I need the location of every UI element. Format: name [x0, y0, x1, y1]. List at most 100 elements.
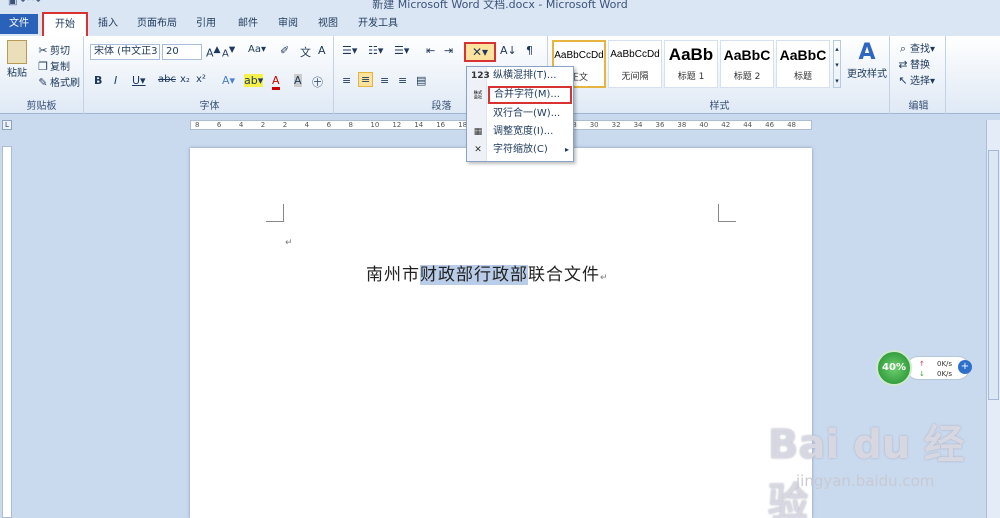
bold-button[interactable]: B: [94, 74, 102, 87]
style-no-spacing[interactable]: AaBbCcDd 无间隔: [608, 40, 662, 88]
brush-icon: ✎: [38, 76, 48, 89]
tab-review[interactable]: 审阅: [276, 14, 300, 34]
cut-button[interactable]: ✂ 剪切: [36, 42, 70, 58]
align-right-button[interactable]: ≡: [380, 74, 389, 87]
plus-icon[interactable]: +: [958, 360, 972, 374]
ruler-tick-label: 8: [195, 121, 200, 129]
format-painter-button[interactable]: ✎ 格式刷: [36, 74, 80, 90]
cursor-icon: ↖: [898, 74, 908, 87]
ruler-tick-label: 44: [743, 121, 753, 129]
select-button[interactable]: ↖ 选择▾: [896, 72, 935, 88]
char-scale-icon: ✕: [474, 145, 482, 155]
font-color-icon[interactable]: A: [272, 74, 280, 90]
superscript-button[interactable]: x²: [196, 74, 206, 85]
tab-insert[interactable]: 插入: [96, 14, 120, 34]
scroll-thumb[interactable]: [988, 150, 999, 400]
decrease-indent-icon[interactable]: ⇤: [426, 44, 435, 57]
tab-file[interactable]: 文件: [0, 14, 38, 34]
ruler-tick-label: 48: [787, 121, 796, 129]
style-heading-2[interactable]: AaBbC 标题 2: [720, 40, 774, 88]
ruler-tick-label: 2: [282, 121, 288, 129]
shrink-font-icon[interactable]: A▼: [222, 44, 235, 59]
ruler-toggle[interactable]: L: [2, 120, 12, 130]
window-title: 新建 Microsoft Word 文档.docx - Microsoft Wo…: [372, 0, 628, 10]
paragraph-mark: ↵: [285, 238, 293, 248]
tab-home[interactable]: 开始: [42, 12, 88, 36]
document-page[interactable]: ↵ 南州市财政部行政部联合文件↵: [190, 148, 812, 518]
text-effects-icon[interactable]: A▾: [222, 74, 235, 87]
ribbon-tabs: 文件 开始 插入 页面布局 引用 邮件 审阅 视图 开发工具: [0, 10, 1000, 36]
tab-mailings[interactable]: 邮件: [236, 14, 260, 34]
fit-width-icon: ▦: [473, 127, 483, 137]
clear-format-icon[interactable]: ✐: [280, 44, 289, 57]
distributed-button[interactable]: ▤: [416, 74, 426, 87]
tab-developer[interactable]: 开发工具: [356, 14, 400, 34]
document-text-line[interactable]: 南州市财政部行政部联合文件↵: [366, 260, 609, 285]
subscript-button[interactable]: x₂: [180, 74, 190, 85]
show-marks-icon[interactable]: ¶: [526, 44, 533, 57]
combine-chars-icon: ㍿: [473, 91, 483, 101]
justify-button[interactable]: ≡: [398, 74, 407, 87]
styles-scroll[interactable]: ▴ ▾ ▾: [833, 40, 841, 88]
font-group-label: 字体: [199, 101, 220, 112]
change-styles-button[interactable]: A 更改样式: [846, 40, 888, 80]
copy-button[interactable]: ❐ 复制: [36, 58, 70, 74]
grow-font-icon[interactable]: A▲: [206, 44, 221, 60]
font-name-select[interactable]: 宋体 (中文正3: [90, 44, 160, 60]
margin-corner-right: [718, 204, 736, 222]
ruler-tick-label: 8: [348, 121, 353, 129]
chinese-layout-menu: 123 纵横混排(T)... ㍿ 合并字符(M)... 双行合一(W)... ▦…: [466, 66, 574, 162]
font-group: 宋体 (中文正3 20 A▲ A▼ Aa▾ ✐ 文 A B I U▾ abc x…: [86, 36, 334, 114]
replace-button[interactable]: ⇄ 替换: [896, 56, 930, 72]
increase-indent-icon[interactable]: ⇥: [444, 44, 453, 57]
margin-corner-left: [266, 204, 284, 222]
styles-group-label: 样式: [709, 101, 730, 112]
editing-group: ⌕ 查找▾ ⇄ 替换 ↖ 选择▾ 编辑: [892, 36, 946, 114]
change-styles-icon: A: [858, 40, 876, 65]
sort-icon[interactable]: A↓: [500, 44, 517, 57]
tab-references[interactable]: 引用: [194, 14, 218, 34]
menu-item-combine-characters[interactable]: 合并字符(M)...: [488, 86, 572, 104]
ruler-tick-label: 4: [304, 121, 310, 129]
tab-view[interactable]: 视图: [316, 14, 340, 34]
two-lines-icon: [471, 107, 485, 121]
font-size-select[interactable]: 20: [162, 44, 202, 60]
bullets-icon[interactable]: ☰▾: [342, 44, 357, 57]
tab-page-layout[interactable]: 页面布局: [136, 14, 178, 34]
italic-button[interactable]: I: [114, 74, 117, 87]
enclose-char-icon[interactable]: ㊉: [312, 74, 323, 90]
chinese-layout-icon: ✕▾: [471, 45, 489, 59]
align-left-button[interactable]: ≡: [342, 74, 351, 87]
editing-group-label: 编辑: [908, 101, 929, 112]
styles-group: AaBbCcDd 正文 AaBbCcDd 无间隔 AaBb 标题 1 AaBbC…: [550, 36, 890, 114]
change-case-icon[interactable]: Aa▾: [248, 44, 266, 55]
menu-item-character-scaling[interactable]: 字符缩放(C) ▸: [489, 141, 573, 159]
style-title[interactable]: AaBbC 标题: [776, 40, 830, 88]
ruler-tick-label: 4: [238, 121, 244, 129]
multilevel-list-icon[interactable]: ☰▾: [394, 44, 409, 57]
highlight-icon[interactable]: ab▾: [244, 74, 264, 87]
char-border-icon[interactable]: A: [318, 44, 326, 57]
find-button[interactable]: ⌕ 查找▾: [896, 40, 935, 56]
text-prefix: 南州市: [366, 265, 420, 285]
numbering-icon[interactable]: ☷▾: [368, 44, 383, 57]
underline-button[interactable]: U▾: [132, 74, 146, 87]
strikethrough-button[interactable]: abc: [158, 74, 176, 85]
menu-item-two-lines-in-one[interactable]: 双行合一(W)...: [489, 105, 573, 123]
memory-percent[interactable]: 40%: [876, 350, 912, 386]
align-center-button[interactable]: ≡: [358, 72, 374, 87]
style-heading-1[interactable]: AaBb 标题 1: [664, 40, 718, 88]
scissors-icon: ✂: [38, 44, 48, 57]
paste-button[interactable]: 粘贴: [6, 40, 28, 79]
char-shading-icon[interactable]: A: [294, 74, 302, 87]
chinese-layout-button[interactable]: ✕▾: [464, 42, 496, 62]
menu-item-vertical-horizontal[interactable]: 纵横混排(T)...: [489, 67, 573, 85]
paste-icon: [7, 40, 27, 64]
ruler-tick-label: 36: [655, 121, 665, 129]
menu-item-fit-width[interactable]: 调整宽度(I)...: [489, 123, 573, 141]
vertical-ruler[interactable]: [2, 146, 12, 518]
network-speed-widget[interactable]: ↑ 0K/s ↓ 0K/s 40% +: [876, 350, 976, 386]
text-suffix: 联合文件: [528, 265, 600, 285]
phonetic-icon[interactable]: 文: [300, 44, 311, 60]
upload-speed: 0K/s: [937, 360, 953, 368]
